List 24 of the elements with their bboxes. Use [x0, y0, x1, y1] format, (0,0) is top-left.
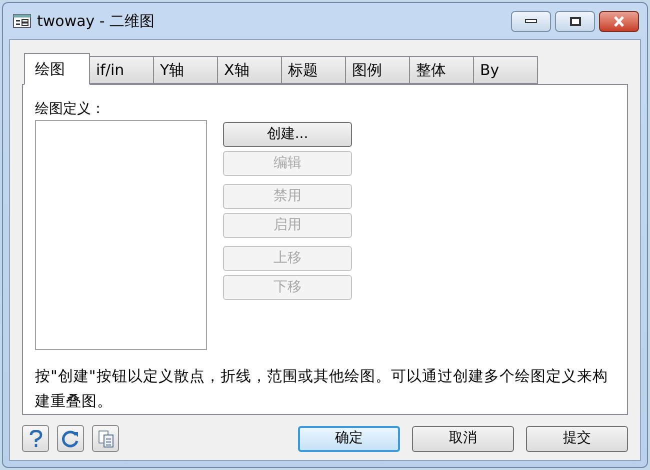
list-label: 绘图定义：	[35, 100, 106, 119]
tab[interactable]: 绘图	[24, 53, 90, 85]
copy-icon[interactable]	[92, 425, 119, 452]
tab[interactable]: X轴	[218, 56, 282, 84]
plot-list[interactable]	[35, 120, 207, 350]
tab[interactable]: By	[474, 56, 538, 84]
tab[interactable]: 整体	[410, 56, 474, 84]
tab[interactable]: 标题	[282, 56, 346, 84]
close-button[interactable]	[599, 10, 639, 32]
help-icon[interactable]	[22, 425, 49, 452]
maximize-button[interactable]	[555, 10, 595, 32]
tab[interactable]: if/in	[90, 56, 154, 84]
action-button[interactable]: 创建...	[223, 122, 352, 147]
tab[interactable]: 图例	[346, 56, 410, 84]
close-icon	[613, 16, 625, 26]
dialog-button[interactable]: 取消	[412, 426, 514, 452]
window-title: twoway - 二维图	[37, 10, 155, 32]
window-icon	[13, 14, 31, 28]
minimize-button[interactable]	[511, 10, 551, 32]
dialog-button[interactable]: 确定	[298, 426, 400, 452]
tab[interactable]: Y轴	[154, 56, 218, 84]
description-text: 按"创建"按钮以定义散点，折线，范围或其他绘图。可以通过创建多个绘图定义来构建重叠图。	[35, 366, 609, 412]
refresh-icon[interactable]	[57, 425, 84, 452]
dialog-button[interactable]: 提交	[526, 426, 628, 452]
